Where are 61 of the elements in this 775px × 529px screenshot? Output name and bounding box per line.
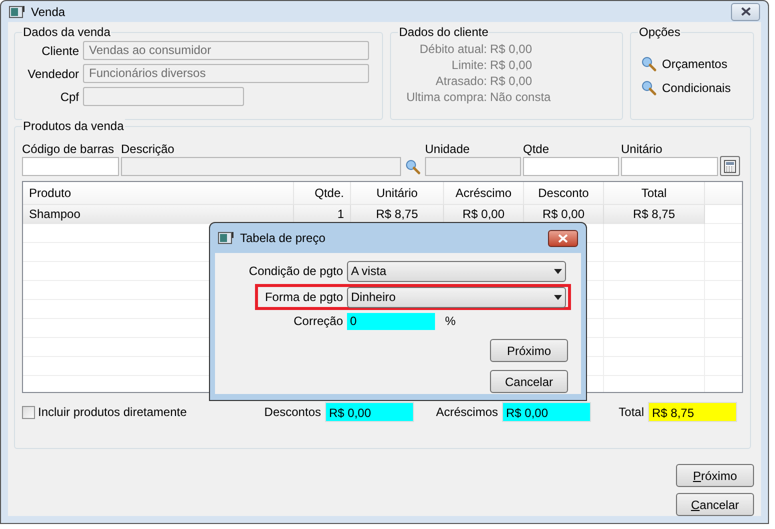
window-title: Venda: [31, 4, 66, 20]
input-label: Qtde: [523, 141, 550, 157]
window-app-icon: [9, 4, 25, 18]
info-value: R$ 0,00: [490, 57, 532, 73]
dropdown-arrow-icon: [554, 294, 562, 300]
checkbox[interactable]: [22, 406, 35, 418]
table-cell: R$ 8,75: [604, 205, 705, 224]
field-label: Vendedor: [26, 66, 79, 82]
dialog-label: Forma de pgto: [264, 289, 343, 306]
option-link[interactable]: Condicionais: [662, 79, 731, 97]
dialog-button[interactable]: Próximo: [676, 464, 754, 487]
search-icon[interactable]: [641, 80, 657, 96]
info-label: Limite:: [450, 57, 487, 73]
info-value: Não consta: [490, 89, 551, 105]
input-label: Unidade: [425, 141, 471, 157]
info-label: Débito atual:: [418, 41, 487, 57]
close-button[interactable]: [548, 230, 578, 246]
quantity-field[interactable]: [523, 157, 619, 176]
dialog-title: Tabela de preço: [240, 230, 326, 247]
dropdown[interactable]: A vista: [347, 260, 566, 282]
option-link[interactable]: Orçamentos: [662, 55, 728, 73]
dialog-label: Condição de pgto: [248, 263, 343, 280]
input-label: Unitário: [621, 141, 664, 157]
info-label: Atrasado:: [434, 73, 487, 89]
total-value: R$ 0,00: [502, 402, 591, 422]
description-field[interactable]: [121, 157, 401, 176]
barcode-field[interactable]: [22, 157, 119, 176]
total-label: Descontos: [264, 404, 321, 421]
dialog-button[interactable]: Cancelar: [676, 493, 754, 516]
info-value: R$ 0,00: [490, 73, 532, 89]
info-label: Ultima compra:: [405, 89, 487, 105]
percent-sign: %: [445, 313, 456, 330]
search-icon[interactable]: [405, 158, 421, 174]
info-value: R$ 0,00: [490, 41, 532, 57]
input-label: Código de barras: [22, 141, 116, 157]
group-title: Opções: [638, 24, 682, 40]
table-cell: R$ 0,00: [524, 205, 604, 224]
field-label: Cliente: [40, 42, 79, 60]
calculator-icon: [724, 160, 736, 172]
close-icon: [558, 234, 568, 242]
total-label: Total: [618, 404, 644, 421]
dialog-label: Correção: [292, 313, 343, 330]
calculator-button[interactable]: [720, 156, 740, 176]
window-app-icon: [218, 231, 234, 245]
dropdown[interactable]: Dinheiro: [347, 286, 566, 308]
field-label: Cpf: [59, 88, 79, 106]
dialog-button[interactable]: Cancelar: [490, 370, 568, 393]
total-label: Acréscimos: [436, 404, 498, 421]
close-button[interactable]: [731, 2, 760, 20]
total-value: R$ 0,00: [325, 402, 414, 422]
input-label: Descrição: [121, 141, 176, 157]
unit-field[interactable]: [425, 157, 521, 176]
close-icon: [740, 7, 750, 16]
dropdown-arrow-icon: [554, 268, 562, 274]
total-value: R$ 8,75: [648, 402, 737, 422]
search-icon[interactable]: [641, 56, 657, 72]
dialog-button[interactable]: Próximo: [490, 339, 568, 362]
checkbox-label: Incluir produtos diretamente: [38, 404, 187, 421]
table-cell: Shampoo: [23, 205, 294, 224]
correction-field[interactable]: 0: [347, 312, 435, 330]
unit-price-field[interactable]: [621, 157, 718, 176]
